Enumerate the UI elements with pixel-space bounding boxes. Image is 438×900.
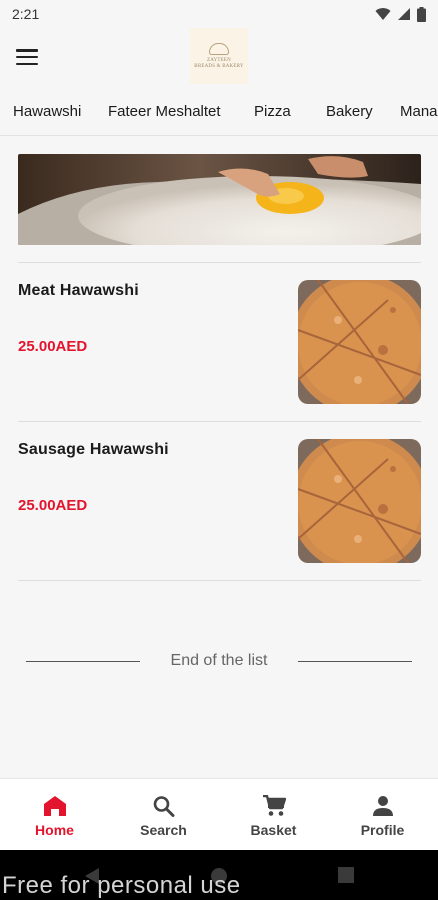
- nav-search[interactable]: Search: [109, 779, 218, 851]
- product-name: Sausage Hawawshi: [18, 441, 169, 458]
- product-name: Meat Hawawshi: [18, 282, 139, 299]
- divider: [18, 580, 421, 581]
- product-image: [298, 439, 421, 563]
- logo-line-2: BREADS & BAKERY: [194, 63, 244, 69]
- tab-fateer-meshaltet[interactable]: Fateer Meshaltet: [108, 92, 221, 135]
- app-bar: ZAYTEEN BREADS & BAKERY: [0, 28, 438, 88]
- search-icon: [153, 796, 174, 817]
- status-icons: [375, 6, 426, 22]
- nav-search-label: Search: [140, 822, 187, 838]
- menu-button[interactable]: [14, 45, 40, 69]
- tab-mana[interactable]: Mana: [400, 92, 438, 135]
- nav-profile-label: Profile: [360, 822, 405, 838]
- watermark-text: Free for personal use: [2, 872, 241, 899]
- tab-pizza[interactable]: Pizza: [254, 92, 291, 135]
- product-card[interactable]: Sausage Hawawshi 25.00AED: [0, 421, 438, 563]
- battery-icon: [417, 6, 426, 22]
- status-time: 2:21: [12, 6, 40, 22]
- cart-icon: [262, 795, 286, 816]
- nav-home-label: Home: [35, 822, 74, 838]
- product-image: [298, 280, 421, 404]
- menu-icon: [16, 49, 38, 52]
- nav-basket-label: Basket: [250, 822, 297, 838]
- recents-icon[interactable]: [338, 867, 354, 883]
- category-banner-image: [18, 154, 421, 245]
- bottom-nav: Home Search Basket Profile: [0, 778, 438, 850]
- bakery-mark-icon: [209, 42, 229, 55]
- brand-logo: ZAYTEEN BREADS & BAKERY: [190, 28, 248, 84]
- product-price: 25.00AED: [18, 338, 88, 355]
- end-line-right: [298, 661, 412, 662]
- person-icon: [372, 796, 393, 816]
- signal-icon: [398, 8, 410, 20]
- nav-profile[interactable]: Profile: [328, 779, 437, 851]
- tab-bakery[interactable]: Bakery: [326, 92, 373, 135]
- nav-basket[interactable]: Basket: [219, 779, 328, 851]
- end-of-list: End of the list: [0, 650, 438, 674]
- home-icon: [43, 796, 66, 816]
- nav-home[interactable]: Home: [0, 779, 109, 851]
- category-tabs: Hawawshi Fateer Meshaltet Pizza Bakery M…: [0, 92, 438, 136]
- status-bar: 2:21: [0, 0, 438, 28]
- wifi-icon: [375, 8, 391, 20]
- tab-hawawshi[interactable]: Hawawshi: [13, 92, 81, 135]
- product-card[interactable]: Meat Hawawshi 25.00AED: [0, 262, 438, 404]
- product-price: 25.00AED: [18, 497, 88, 514]
